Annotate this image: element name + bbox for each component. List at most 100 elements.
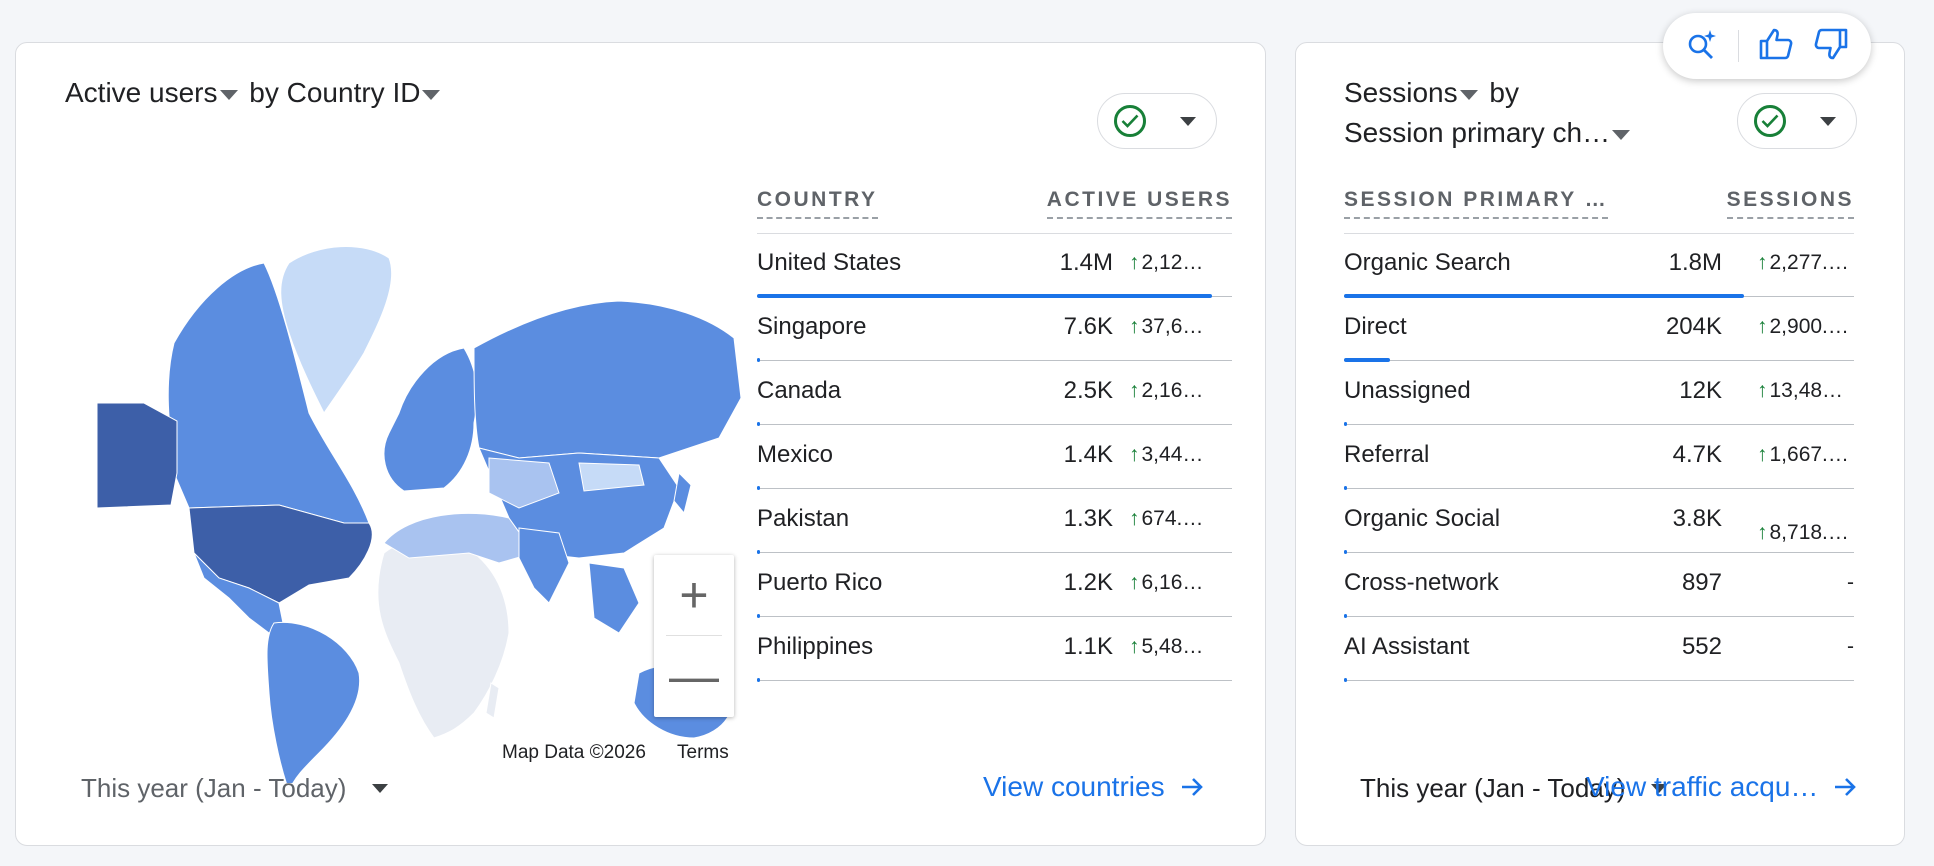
column-header-sessions[interactable]: SESSIONS <box>1726 185 1854 219</box>
column-header-session-primary[interactable]: SESSION PRIMARY … <box>1344 185 1609 219</box>
row-dimension: United States <box>757 249 902 276</box>
arrow-up-icon: ↑ <box>1757 315 1768 338</box>
row-change-value: - <box>1847 571 1854 594</box>
arrow-right-icon <box>1835 778 1857 796</box>
thumbs-down-icon[interactable] <box>1813 27 1849 66</box>
row-metric-value: 552 <box>1681 633 1722 660</box>
row-change: - <box>1847 635 1854 659</box>
arrow-up-icon: ↑ <box>1129 443 1140 466</box>
row-dimension: Cross-network <box>1344 569 1499 596</box>
caret-down-icon <box>1612 129 1631 140</box>
arrow-up-icon: ↑ <box>1129 507 1140 530</box>
arrow-up-icon: ↑ <box>1129 635 1140 658</box>
map-terms-link[interactable]: Terms <box>667 738 739 768</box>
dimension-selector[interactable]: Country ID <box>287 77 445 108</box>
table-row[interactable]: Unassigned 12K ↑13,48… <box>1344 361 1854 426</box>
table-row[interactable]: Pakistan 1.3K ↑674.… <box>757 489 1232 554</box>
table-row[interactable]: United States 1.4M ↑2,12… <box>757 233 1232 298</box>
arrow-up-icon: ↑ <box>1757 521 1768 544</box>
active-users-by-country-card: Active users by Country ID + — Map Data … <box>15 42 1266 846</box>
row-dimension: Canada <box>757 377 842 404</box>
row-dimension: Puerto Rico <box>757 569 883 596</box>
row-change: ↑6,16… <box>1129 571 1203 595</box>
row-metric-value: 3.8K <box>1672 505 1722 532</box>
row-dimension: Unassigned <box>1344 377 1471 404</box>
row-dimension: Organic Search <box>1344 249 1511 276</box>
column-header-active-users[interactable]: ACTIVE USERS <box>1046 185 1232 219</box>
row-metric-value: 7.6K <box>1063 313 1113 340</box>
map-attribution: Map Data ©2026 <box>492 738 656 768</box>
date-range-selector[interactable]: This year (Jan - Today) <box>81 773 389 804</box>
column-header-country[interactable]: COUNTRY <box>757 185 878 219</box>
table-row[interactable]: AI Assistant 552 - <box>1344 617 1854 682</box>
arrow-up-icon: ↑ <box>1757 443 1768 466</box>
row-change: ↑2,16… <box>1129 379 1203 403</box>
row-change: ↑1,667.… <box>1757 443 1849 467</box>
row-metric-value: 1.3K <box>1063 505 1113 532</box>
row-metric-value: 897 <box>1681 569 1722 596</box>
view-countries-link[interactable]: View countries <box>983 771 1205 803</box>
channel-table: SESSION PRIMARY … SESSIONS Organic Searc… <box>1344 185 1854 725</box>
arrow-up-icon: ↑ <box>1129 379 1140 402</box>
row-change-value: 1,667.… <box>1769 443 1849 466</box>
status-menu-button[interactable] <box>1097 93 1217 149</box>
row-change-value: 2,277.… <box>1769 251 1849 274</box>
search-sparkle-icon[interactable] <box>1685 27 1719 66</box>
card-title: Sessions by Session primary ch… <box>1344 73 1674 153</box>
metric-selector[interactable]: Sessions <box>1344 77 1482 108</box>
zoom-out-button[interactable]: — <box>654 636 734 716</box>
country-table: COUNTRY ACTIVE USERS United States 1.4M ↑2… <box>757 185 1232 725</box>
world-map[interactable] <box>79 223 749 793</box>
row-metric-value: 4.7K <box>1672 441 1722 468</box>
arrow-right-icon <box>1181 778 1203 796</box>
row-share-bar <box>757 678 760 682</box>
metric-selector[interactable]: Active users <box>65 77 242 108</box>
view-traffic-acquisition-link[interactable]: View traffic acqu… <box>1586 771 1858 803</box>
row-change-value: 5,48… <box>1141 635 1204 658</box>
map-zoom-controls: + — <box>654 555 734 717</box>
table-row[interactable]: Cross-network 897 - <box>1344 553 1854 618</box>
row-change-value: 8,718.… <box>1769 521 1849 544</box>
table-row[interactable]: Singapore 7.6K ↑37,6… <box>757 297 1232 362</box>
row-change-value: 37,6… <box>1141 315 1204 338</box>
arrow-up-icon: ↑ <box>1757 251 1768 274</box>
row-dimension: Organic Social <box>1344 505 1501 532</box>
row-metric-value: 2.5K <box>1063 377 1113 404</box>
row-change-value: 2,12… <box>1141 251 1204 274</box>
zoom-in-button[interactable]: + <box>654 555 734 635</box>
row-dimension: Direct <box>1344 313 1407 340</box>
card-title: Active users by Country ID <box>65 73 444 113</box>
status-menu-button[interactable] <box>1737 93 1857 149</box>
map-region-south-america <box>266 621 361 793</box>
row-change-value: 2,16… <box>1141 379 1204 402</box>
row-change: ↑5,48… <box>1129 635 1203 659</box>
row-metric-value: 1.8M <box>1668 249 1722 276</box>
row-metric-value: 204K <box>1665 313 1722 340</box>
caret-down-icon <box>422 89 441 100</box>
thumbs-up-icon[interactable] <box>1758 27 1794 66</box>
row-change: ↑8,718.… <box>1757 521 1849 545</box>
row-change: ↑13,48… <box>1757 379 1843 403</box>
table-row[interactable]: Organic Social 3.8K ↑8,718.… <box>1344 489 1854 554</box>
row-change: ↑2,900.… <box>1757 315 1849 339</box>
arrow-up-icon: ↑ <box>1129 315 1140 338</box>
table-row[interactable]: Organic Search 1.8M ↑2,277.… <box>1344 233 1854 298</box>
row-change: - <box>1847 571 1854 595</box>
table-row[interactable]: Referral 4.7K ↑1,667.… <box>1344 425 1854 490</box>
check-circle-icon <box>1114 105 1146 137</box>
title-by: by <box>249 77 279 108</box>
dimension-selector[interactable]: Session primary ch… <box>1344 117 1634 148</box>
date-range-label: This year (Jan - Today) <box>81 773 347 803</box>
table-row[interactable]: Canada 2.5K ↑2,16… <box>757 361 1232 426</box>
view-countries-label: View countries <box>983 771 1165 802</box>
arrow-up-icon: ↑ <box>1757 379 1768 402</box>
toolbar-divider <box>1737 30 1739 62</box>
table-row[interactable]: Puerto Rico 1.2K ↑6,16… <box>757 553 1232 618</box>
table-row[interactable]: Mexico 1.4K ↑3,44… <box>757 425 1232 490</box>
row-change-value: 13,48… <box>1769 379 1844 402</box>
arrow-up-icon: ↑ <box>1129 571 1140 594</box>
table-row[interactable]: Direct 204K ↑2,900.… <box>1344 297 1854 362</box>
title-by: by <box>1489 77 1519 108</box>
view-traffic-label: View traffic acqu… <box>1586 771 1819 802</box>
table-row[interactable]: Philippines 1.1K ↑5,48… <box>757 617 1232 682</box>
